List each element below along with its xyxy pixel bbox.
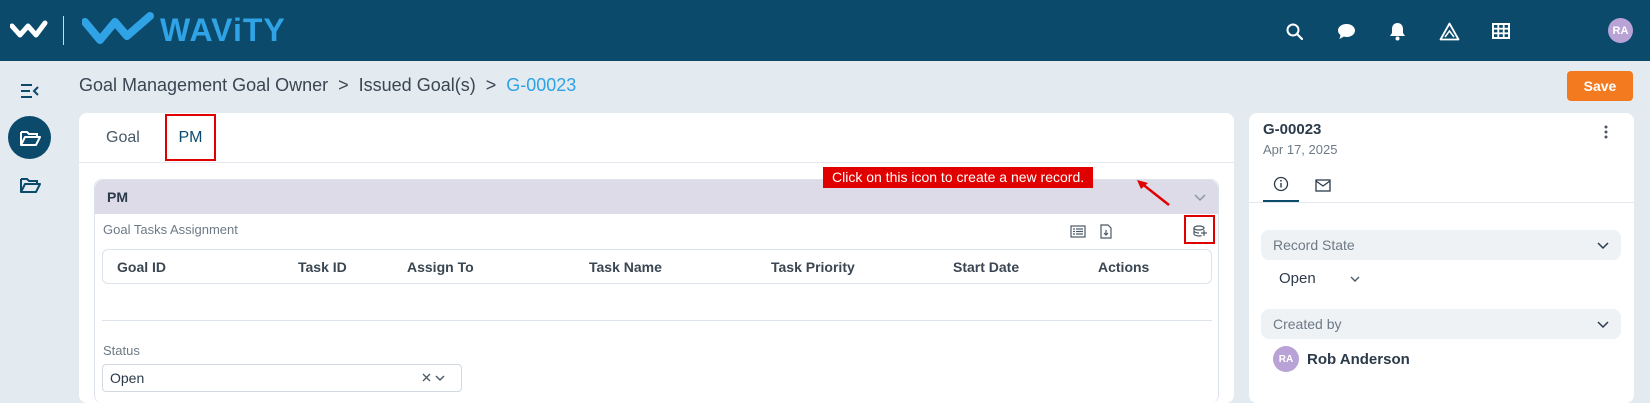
user-avatar[interactable]: RA bbox=[1608, 18, 1633, 43]
record-state-select[interactable]: Open bbox=[1279, 270, 1360, 287]
collapse-menu-icon[interactable] bbox=[8, 69, 51, 112]
search-icon[interactable] bbox=[1281, 18, 1307, 44]
status-label: Status bbox=[103, 343, 140, 358]
record-panel: G-00023 Apr 17, 2025 Record State Open C… bbox=[1249, 113, 1634, 403]
chevron-down-icon[interactable] bbox=[435, 370, 445, 385]
brand-name: WAViTY bbox=[160, 12, 286, 48]
tab-bar: Goal PM bbox=[79, 113, 1234, 163]
record-state-label: Record State bbox=[1273, 237, 1355, 253]
alert-triangle-icon[interactable] bbox=[1436, 18, 1462, 44]
avatar: RA bbox=[1273, 346, 1299, 372]
column-header-task-priority[interactable]: Task Priority bbox=[771, 259, 855, 275]
column-header-start-date[interactable]: Start Date bbox=[953, 259, 1019, 275]
grid-icon[interactable] bbox=[1488, 18, 1514, 44]
column-header-goal-id[interactable]: Goal ID bbox=[117, 259, 166, 275]
chevron-down-icon[interactable] bbox=[1350, 270, 1360, 287]
column-header-task-id[interactable]: Task ID bbox=[298, 259, 347, 275]
tab-goal[interactable]: Goal bbox=[106, 113, 140, 163]
chevron-down-icon[interactable] bbox=[1194, 189, 1206, 205]
breadcrumb-separator: > bbox=[338, 75, 349, 95]
create-record-highlight bbox=[1184, 215, 1215, 244]
status-value: Open bbox=[110, 370, 145, 386]
chevron-down-icon[interactable] bbox=[1597, 316, 1609, 332]
breadcrumb-current: G-00023 bbox=[506, 75, 577, 95]
table-header: Goal ID Task ID Assign To Task Name Task… bbox=[102, 249, 1212, 284]
logo-divider bbox=[63, 16, 64, 45]
section-title: PM bbox=[107, 189, 128, 205]
breadcrumb: Goal Management Goal Owner > Issued Goal… bbox=[79, 75, 576, 96]
created-by-user: RA Rob Anderson bbox=[1273, 346, 1410, 372]
sidebar bbox=[0, 61, 63, 403]
table-divider bbox=[102, 320, 1212, 321]
folder-icon[interactable] bbox=[8, 163, 51, 206]
list-view-icon[interactable] bbox=[1067, 221, 1089, 241]
created-by-name: Rob Anderson bbox=[1307, 350, 1410, 368]
annotation-arrow-icon bbox=[1137, 180, 1170, 206]
top-bar: WAViTY RA bbox=[0, 0, 1650, 61]
column-header-assign-to[interactable]: Assign To bbox=[407, 259, 474, 275]
main-card: Goal PM PM Goal Tasks Assignment Goal ID… bbox=[79, 113, 1234, 403]
created-by-label: Created by bbox=[1273, 316, 1342, 332]
chat-icon[interactable] bbox=[1333, 18, 1359, 44]
folder-open-icon[interactable] bbox=[8, 116, 51, 159]
record-id: G-00023 bbox=[1263, 121, 1322, 138]
status-select[interactable]: Open bbox=[102, 364, 462, 392]
tab-pm[interactable]: PM bbox=[165, 114, 216, 161]
wavity-logo-icon bbox=[81, 12, 154, 53]
clear-icon[interactable] bbox=[422, 370, 431, 385]
breadcrumb-item-goal-owner[interactable]: Goal Management Goal Owner bbox=[79, 75, 328, 96]
mail-icon[interactable] bbox=[1305, 168, 1341, 202]
created-by-accordion[interactable]: Created by bbox=[1261, 309, 1621, 339]
record-tabs-divider bbox=[1249, 202, 1634, 203]
subsection-title: Goal Tasks Assignment bbox=[103, 222, 238, 237]
more-menu-icon[interactable] bbox=[1604, 123, 1608, 144]
record-date: Apr 17, 2025 bbox=[1263, 142, 1338, 157]
pm-section: PM Goal Tasks Assignment Goal ID Task ID… bbox=[94, 179, 1219, 403]
info-icon[interactable] bbox=[1263, 168, 1299, 202]
column-header-task-name[interactable]: Task Name bbox=[589, 259, 662, 275]
bell-icon[interactable] bbox=[1384, 18, 1410, 44]
column-header-actions: Actions bbox=[1098, 259, 1150, 275]
annotation-callout: Click on this icon to create a new recor… bbox=[823, 167, 1094, 188]
breadcrumb-separator: > bbox=[485, 75, 497, 95]
record-state-accordion[interactable]: Record State bbox=[1261, 230, 1621, 260]
wavity-mark-icon[interactable] bbox=[9, 18, 48, 45]
save-button[interactable]: Save bbox=[1567, 71, 1633, 101]
record-state-value: Open bbox=[1279, 270, 1316, 287]
chevron-down-icon[interactable] bbox=[1597, 237, 1609, 253]
export-file-icon[interactable] bbox=[1095, 221, 1117, 241]
breadcrumb-item-issued-goals[interactable]: Issued Goal(s) bbox=[359, 75, 476, 96]
